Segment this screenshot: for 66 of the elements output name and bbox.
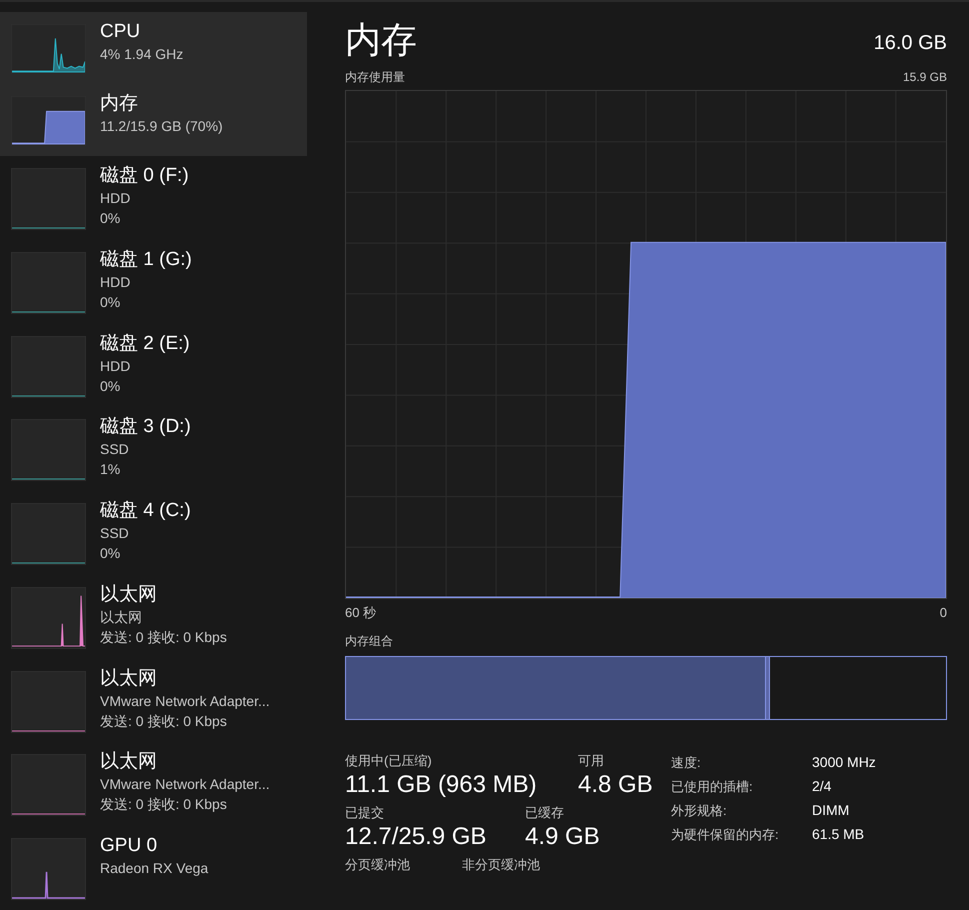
stat-value: 12.7/25.9 GB [345, 822, 488, 852]
item-title: 以太网 [100, 750, 158, 774]
sidebar-item[interactable]: 磁盘 4 (C:) SSD 0% [0, 491, 307, 575]
item-detail: 0% [100, 544, 122, 564]
stat-label: 已提交 [345, 804, 385, 822]
item-detail: HDD [100, 189, 132, 208]
item-detail: 0% [100, 292, 122, 312]
item-title: CPU [100, 20, 142, 44]
detail-value: 3000 MHz [812, 753, 876, 772]
item-title: 磁盘 2 (E:) [100, 332, 190, 356]
item-title: 磁盘 1 (G:) [100, 248, 192, 272]
stat-label: 使用中(已压缩) [345, 752, 433, 770]
stat-value: 11.1 GB (963 MB) [345, 770, 538, 800]
sidebar-item[interactable]: 以太网 以太网 发送: 0 接收: 0 Kbps [0, 574, 307, 659]
stat-label: 分页缓冲池 [345, 856, 411, 874]
item-detail: 以太网 [100, 608, 143, 627]
item-detail: Radeon RX Vega [100, 859, 208, 878]
sidebar-item[interactable]: 磁盘 3 (D:) SSD 1% [0, 407, 307, 492]
item-detail: 1% [100, 460, 122, 480]
stat-label: 非分页缓冲池 [462, 856, 540, 874]
item-detail: 0% [100, 209, 122, 228]
sidebar-item[interactable]: 以太网 VMware Network Adapter... 发送: 0 接收: 0 Kbps [0, 742, 307, 826]
detail-value: 61.5 MB [812, 825, 864, 844]
axis-end-label: 0 [940, 604, 947, 622]
item-detail: 0% [100, 376, 122, 396]
chart-max-label: 15.9 GB [902, 69, 947, 86]
axis-start-label: 60 秒 [345, 604, 376, 622]
item-detail: SSD [100, 440, 130, 460]
sidebar-item[interactable]: GPU 0 Radeon RX Vega [0, 826, 307, 910]
item-detail: HDD [100, 272, 132, 292]
item-title: 磁盘 3 (D:) [100, 415, 191, 440]
item-detail: VMware Network Adapter... [100, 775, 270, 794]
item-detail: 4% 1.94 GHz [100, 45, 184, 64]
detail-label: 已使用的插槽: [671, 778, 754, 796]
item-title: 磁盘 0 (F:) [100, 164, 189, 188]
item-title: 以太网 [100, 666, 158, 691]
sidebar-item[interactable]: 磁盘 1 (G:) HDD 0% [0, 240, 307, 324]
item-title: 磁盘 4 (C:) [100, 499, 191, 524]
detail-value: DIMM [812, 801, 850, 820]
stat-label: 已缓存 [525, 804, 565, 822]
item-title: 内存 [100, 92, 139, 116]
stat-value: 4.8 GB [578, 770, 653, 800]
detail-value: 2/4 [812, 777, 832, 796]
item-detail: 11.2/15.9 GB (70%) [100, 117, 223, 136]
detail-label: 外形规格: [671, 802, 728, 820]
composition-label: 内存组合 [345, 632, 394, 650]
detail-label: 为硬件保留的内存: [671, 826, 780, 844]
item-detail: HDD [100, 356, 132, 376]
sidebar-item[interactable]: 以太网 VMware Network Adapter... 发送: 0 接收: 0 Kbps [0, 658, 307, 742]
item-detail: VMware Network Adapter... [100, 692, 270, 711]
item-title: GPU 0 [100, 834, 158, 858]
chart-label: 内存使用量 [345, 69, 405, 86]
item-detail: 发送: 0 接收: 0 Kbps [100, 628, 227, 647]
item-detail: SSD [100, 524, 130, 544]
item-title: 以太网 [100, 582, 158, 607]
sidebar-item[interactable]: 磁盘 2 (E:) HDD 0% [0, 324, 307, 408]
item-detail: 发送: 0 接收: 0 Kbps [100, 712, 228, 731]
capacity-text: 16.0 GB [874, 31, 947, 56]
sidebar-item[interactable]: CPU 4% 1.94 GHz [0, 12, 307, 84]
detail-label: 速度: [671, 754, 702, 772]
sidebar-item[interactable]: 内存 11.2/15.9 GB (70%) [0, 84, 307, 156]
page-title: 内存 [345, 18, 417, 62]
item-detail: 发送: 0 接收: 0 Kbps [100, 795, 228, 814]
sidebar-item[interactable]: 磁盘 0 (F:) HDD 0% [0, 156, 307, 240]
stat-label: 可用 [578, 752, 605, 770]
stat-value: 4.9 GB [525, 822, 600, 852]
